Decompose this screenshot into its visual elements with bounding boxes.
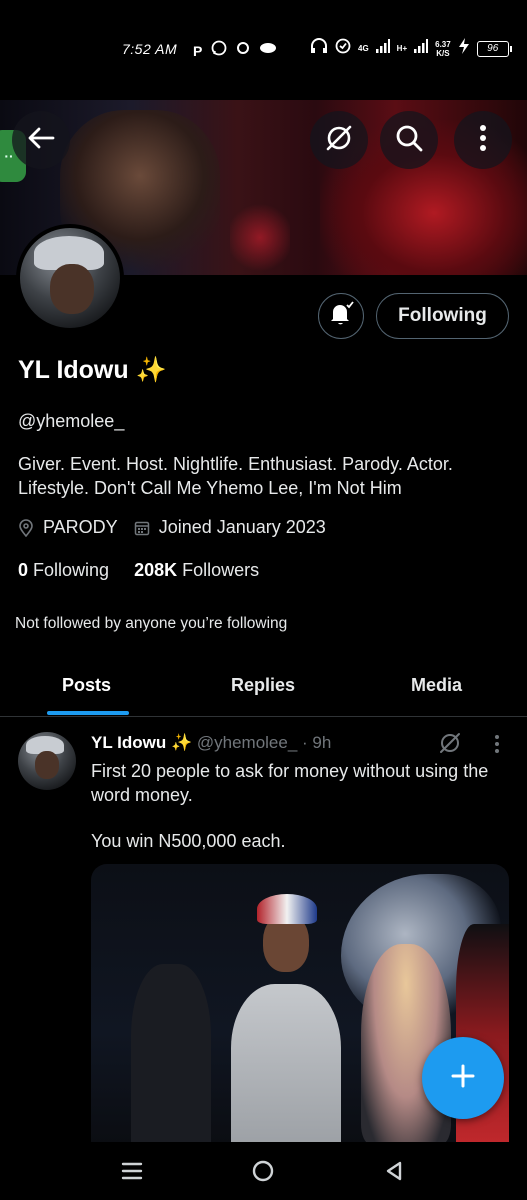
- post-avatar[interactable]: [18, 732, 76, 790]
- notifications-button[interactable]: [318, 293, 364, 339]
- profile-name: YL Idowu ✨: [18, 356, 167, 384]
- network-type: 4G: [358, 44, 369, 53]
- post-header: YL Idowu ✨ @yhemolee_ · 9h: [91, 733, 331, 753]
- parking-icon: P: [193, 42, 203, 59]
- charging-icon: [458, 38, 470, 59]
- calendar-icon: [134, 520, 150, 536]
- plus-icon: [449, 1062, 477, 1095]
- bell-icon: [327, 300, 355, 333]
- active-tab-indicator: [47, 711, 129, 715]
- post-grok-icon[interactable]: [437, 730, 463, 761]
- profile-handle: @yhemolee_: [18, 411, 125, 431]
- search-icon: [394, 123, 424, 158]
- avatar-face: [50, 264, 94, 314]
- post-avatar-face: [35, 751, 59, 779]
- network-type-2: H+: [396, 44, 408, 53]
- notification-icons: P: [193, 40, 277, 61]
- post-author-handle: @yhemolee_: [196, 733, 298, 752]
- following-count-link[interactable]: 0 Following: [18, 560, 109, 580]
- system-icons: 4G H+ 6.37 K/S 96: [310, 38, 512, 59]
- post-text: First 20 people to ask for money without…: [91, 761, 489, 805]
- menu-icon: [121, 1161, 143, 1186]
- tab-media[interactable]: Media: [411, 655, 462, 715]
- profile-joined: Joined January 2023: [158, 517, 326, 537]
- following-button[interactable]: Following: [376, 293, 509, 339]
- media-person-blonde: [361, 944, 451, 1144]
- media-main-person: [231, 884, 341, 1144]
- arrow-left-icon: [27, 126, 55, 155]
- triangle-back-icon: [383, 1160, 405, 1187]
- more-options-button[interactable]: [454, 111, 512, 169]
- not-followed-note: Not followed by anyone you’re following: [15, 615, 288, 632]
- status-bar: 7:52 AM P 4G H+ 6.37 K/S 96: [0, 0, 527, 100]
- profile-tabs: Posts Replies Media: [0, 655, 527, 717]
- followers-label: Followers: [182, 560, 260, 580]
- search-button[interactable]: [380, 111, 438, 169]
- system-nav-bar: [0, 1142, 527, 1200]
- net-speed-unit: K/S: [436, 48, 450, 58]
- following-count: 0: [18, 560, 29, 580]
- status-time: 7:52 AM: [122, 41, 178, 57]
- signal-icon: [375, 39, 390, 58]
- followers-count-link[interactable]: 208K Followers: [134, 560, 259, 580]
- data-saver-icon: [335, 38, 351, 59]
- post-author-name[interactable]: YL Idowu ✨: [91, 733, 192, 752]
- back-button[interactable]: [12, 111, 70, 169]
- net-speed-value: 6.37: [435, 39, 451, 49]
- grok-button[interactable]: [310, 111, 368, 169]
- location-pin-icon: [18, 518, 34, 537]
- sync-icon: [236, 41, 250, 60]
- media-shirt: [231, 984, 341, 1144]
- whatsapp-icon: [211, 40, 227, 61]
- compose-button[interactable]: [422, 1037, 504, 1119]
- profile-location: PARODY: [43, 517, 118, 537]
- tab-replies[interactable]: Replies: [231, 655, 295, 715]
- home-circle-icon: [251, 1159, 275, 1188]
- post-time: · 9h: [302, 733, 332, 752]
- post-text-2: You win N500,000 each.: [91, 831, 286, 851]
- home-button[interactable]: [248, 1158, 278, 1188]
- more-vertical-icon: [479, 124, 487, 157]
- follow-counts: 0 Following 208K Followers: [18, 560, 259, 581]
- media-person-background: [131, 964, 211, 1144]
- banner-light: [230, 200, 290, 275]
- chat-icon: [259, 41, 277, 60]
- post-more-icon[interactable]: [494, 734, 500, 759]
- headphones-icon: [310, 38, 328, 59]
- media-hat: [257, 894, 317, 924]
- recent-apps-button[interactable]: [117, 1158, 147, 1188]
- tab-posts[interactable]: Posts: [62, 655, 111, 715]
- battery-indicator: 96: [476, 40, 512, 57]
- following-label: Following: [33, 560, 110, 580]
- grok-icon: [323, 122, 355, 159]
- profile-meta: PARODY Joined January 2023: [18, 517, 326, 538]
- followers-count: 208K: [134, 560, 178, 580]
- system-back-button[interactable]: [379, 1158, 409, 1188]
- net-speed: 6.37 K/S: [435, 40, 451, 58]
- signal-icon-2: [414, 39, 429, 58]
- profile-bio: Giver. Event. Host. Nightlife. Enthusias…: [18, 454, 453, 498]
- profile-avatar[interactable]: [16, 224, 124, 332]
